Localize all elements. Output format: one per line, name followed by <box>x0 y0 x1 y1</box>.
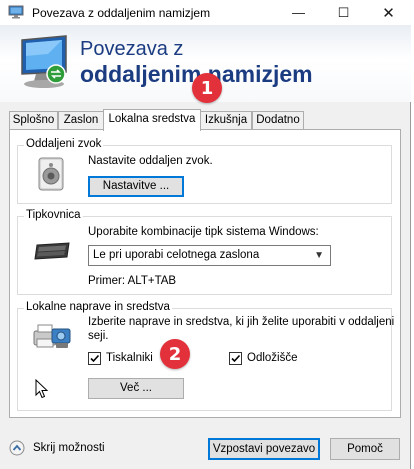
tab-advanced[interactable]: Dodatno <box>252 111 304 129</box>
help-button[interactable]: Pomoč <box>330 438 400 460</box>
annotation-badge-2: 2 <box>160 339 190 369</box>
keyboard-example: Primer: ALT+TAB <box>88 275 177 287</box>
connect-button[interactable]: Vzpostavi povezavo <box>208 438 320 460</box>
remote-desktop-logo-icon <box>21 35 67 88</box>
minimize-button[interactable]: — <box>276 0 321 25</box>
header-title-line1: Povezava z <box>80 38 184 60</box>
printers-checkbox[interactable] <box>88 352 101 365</box>
maximize-icon: ☐ <box>337 4 350 20</box>
group-title-audio: Oddaljeni zvok <box>24 138 104 150</box>
mouse-cursor-icon <box>35 379 49 399</box>
remote-desktop-icon <box>8 5 24 19</box>
keyboard-combination-value: Le pri uporabi celotnega zaslona <box>93 249 260 261</box>
audio-settings-button[interactable]: Nastavitve ... <box>88 176 184 197</box>
keyboard-icon <box>34 242 70 260</box>
collapse-options-icon[interactable] <box>9 440 25 456</box>
more-devices-button[interactable]: Več ... <box>88 378 184 399</box>
printers-label[interactable]: Tiskalniki <box>106 352 153 364</box>
tab-panel: Oddaljeni zvok Nastavite oddaljen zvok. … <box>9 129 401 418</box>
group-title-keyboard: Tipkovnica <box>24 209 83 221</box>
checkmark-icon <box>90 354 100 363</box>
tab-display[interactable]: Zaslon <box>58 111 104 129</box>
close-icon: ✕ <box>382 4 395 22</box>
speaker-icon <box>38 157 64 191</box>
checkmark-icon <box>231 354 241 363</box>
annotation-badge-1: 1 <box>192 73 222 103</box>
clipboard-checkbox[interactable] <box>229 352 242 365</box>
minimize-icon: — <box>292 5 305 20</box>
devices-description-line2: seji. <box>88 330 109 342</box>
hide-options-label[interactable]: Skrij možnosti <box>33 442 105 454</box>
audio-description: Nastavite oddaljen zvok. <box>88 155 213 167</box>
tab-experience[interactable]: Izkušnja <box>200 111 252 129</box>
tab-strip: Splošno Zaslon Lokalna sredstva Izkušnja… <box>9 109 404 131</box>
keyboard-description: Uporabite kombinacije tipk sistema Windo… <box>88 226 319 238</box>
devices-description-line1: Izberite naprave in sredstva, ki jih žel… <box>88 316 395 328</box>
clipboard-label[interactable]: Odložišče <box>247 352 298 364</box>
chevron-down-icon: ▼ <box>314 250 324 261</box>
window-title: Povezava z oddaljenim namizjem <box>32 6 211 20</box>
group-remote-audio: Oddaljeni zvok Nastavite oddaljen zvok. … <box>17 138 392 204</box>
maximize-button[interactable]: ☐ <box>321 0 366 25</box>
keyboard-combination-select[interactable]: Le pri uporabi celotnega zaslona ▼ <box>88 245 331 266</box>
group-title-devices: Lokalne naprave in sredstva <box>24 301 172 313</box>
group-local-devices: Lokalne naprave in sredstva Izberite nap… <box>17 301 395 411</box>
group-keyboard: Tipkovnica Uporabite kombinacije tipk si… <box>17 209 392 295</box>
close-button[interactable]: ✕ <box>366 0 411 25</box>
title-bar: Povezava z oddaljenim namizjem — ☐ ✕ <box>0 0 411 25</box>
tab-local-resources[interactable]: Lokalna sredstva <box>103 109 201 131</box>
devices-icon <box>33 324 71 348</box>
tab-general[interactable]: Splošno <box>9 111 58 129</box>
rdp-window: Povezava z oddaljenim namizjem — ☐ ✕ Pov… <box>0 0 411 469</box>
